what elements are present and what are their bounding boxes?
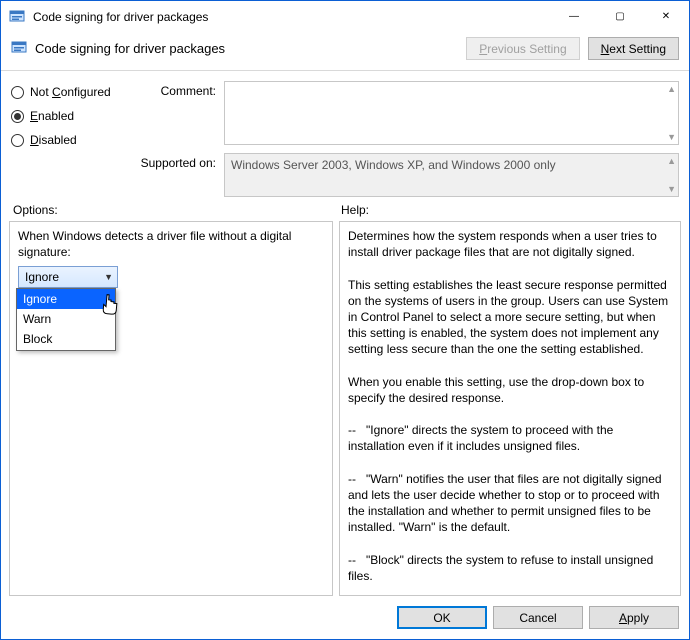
titlebar: Code signing for driver packages — ▢ ✕ xyxy=(1,1,689,31)
scroll-down-icon: ▼ xyxy=(667,184,676,194)
close-button[interactable]: ✕ xyxy=(643,1,689,31)
panes: When Windows detects a driver file witho… xyxy=(1,221,689,596)
radio-icon xyxy=(11,86,24,99)
minimize-button[interactable]: — xyxy=(551,1,597,31)
cancel-button[interactable]: Cancel xyxy=(493,606,583,629)
comment-row: Comment: ▲ ▼ xyxy=(139,81,679,145)
radio-label: Not Configured xyxy=(30,85,111,99)
supported-on-text: ▲ ▼ Windows Server 2003, Windows XP, and… xyxy=(224,153,679,197)
header: Code signing for driver packages Previou… xyxy=(1,31,689,71)
supported-row: Supported on: ▲ ▼ Windows Server 2003, W… xyxy=(139,153,679,197)
setting-nav: Previous Setting Next Setting xyxy=(466,37,679,60)
footer: OK Cancel Apply xyxy=(1,596,689,639)
comment-input[interactable]: ▲ ▼ xyxy=(224,81,679,145)
radio-enabled[interactable]: Enabled xyxy=(11,109,131,123)
gpo-icon xyxy=(11,39,27,58)
ok-button[interactable]: OK xyxy=(397,606,487,629)
options-pane: When Windows detects a driver file witho… xyxy=(9,221,333,596)
previous-setting-button: Previous Setting xyxy=(466,37,579,60)
panes-labels: Options: Help: xyxy=(1,197,689,221)
window-title: Code signing for driver packages xyxy=(33,9,551,24)
scroll-down-icon: ▼ xyxy=(667,132,676,142)
chevron-down-icon: ▼ xyxy=(104,271,113,283)
options-prompt: When Windows detects a driver file witho… xyxy=(18,228,324,260)
radio-label: Disabled xyxy=(30,133,77,147)
help-text: Determines how the system responds when … xyxy=(348,229,672,583)
signature-action-combo[interactable]: Ignore ▼ xyxy=(18,266,118,288)
radio-not-configured[interactable]: Not Configured xyxy=(11,85,131,99)
dropdown-option-warn[interactable]: Warn xyxy=(17,309,115,329)
state-radios: Not Configured Enabled Disabled xyxy=(11,81,131,197)
scroll-up-icon: ▲ xyxy=(667,156,676,166)
help-label: Help: xyxy=(341,203,369,217)
supported-value: Windows Server 2003, Windows XP, and Win… xyxy=(231,158,556,172)
dropdown-option-ignore[interactable]: Ignore xyxy=(17,289,115,309)
dropdown-option-block[interactable]: Block xyxy=(17,329,115,349)
radio-icon xyxy=(11,110,24,123)
window-controls: — ▢ ✕ xyxy=(551,1,689,31)
signature-action-dropdown: Ignore Warn Block xyxy=(16,288,116,351)
scroll-up-icon: ▲ xyxy=(667,84,676,94)
header-title: Code signing for driver packages xyxy=(35,41,466,56)
radio-label: Enabled xyxy=(30,109,74,123)
gpo-icon xyxy=(9,8,25,24)
radio-icon xyxy=(11,134,24,147)
help-pane: Determines how the system responds when … xyxy=(339,221,681,596)
fields: Comment: ▲ ▼ Supported on: ▲ ▼ Windows S… xyxy=(139,81,679,197)
comment-label: Comment: xyxy=(139,81,224,145)
apply-button[interactable]: Apply xyxy=(589,606,679,629)
supported-label: Supported on: xyxy=(139,153,224,197)
radio-disabled[interactable]: Disabled xyxy=(11,133,131,147)
options-label: Options: xyxy=(13,203,341,217)
maximize-button[interactable]: ▢ xyxy=(597,1,643,31)
combo-value: Ignore xyxy=(25,269,59,285)
next-setting-button[interactable]: Next Setting xyxy=(588,37,679,60)
upper-area: Not Configured Enabled Disabled Comment:… xyxy=(1,71,689,197)
